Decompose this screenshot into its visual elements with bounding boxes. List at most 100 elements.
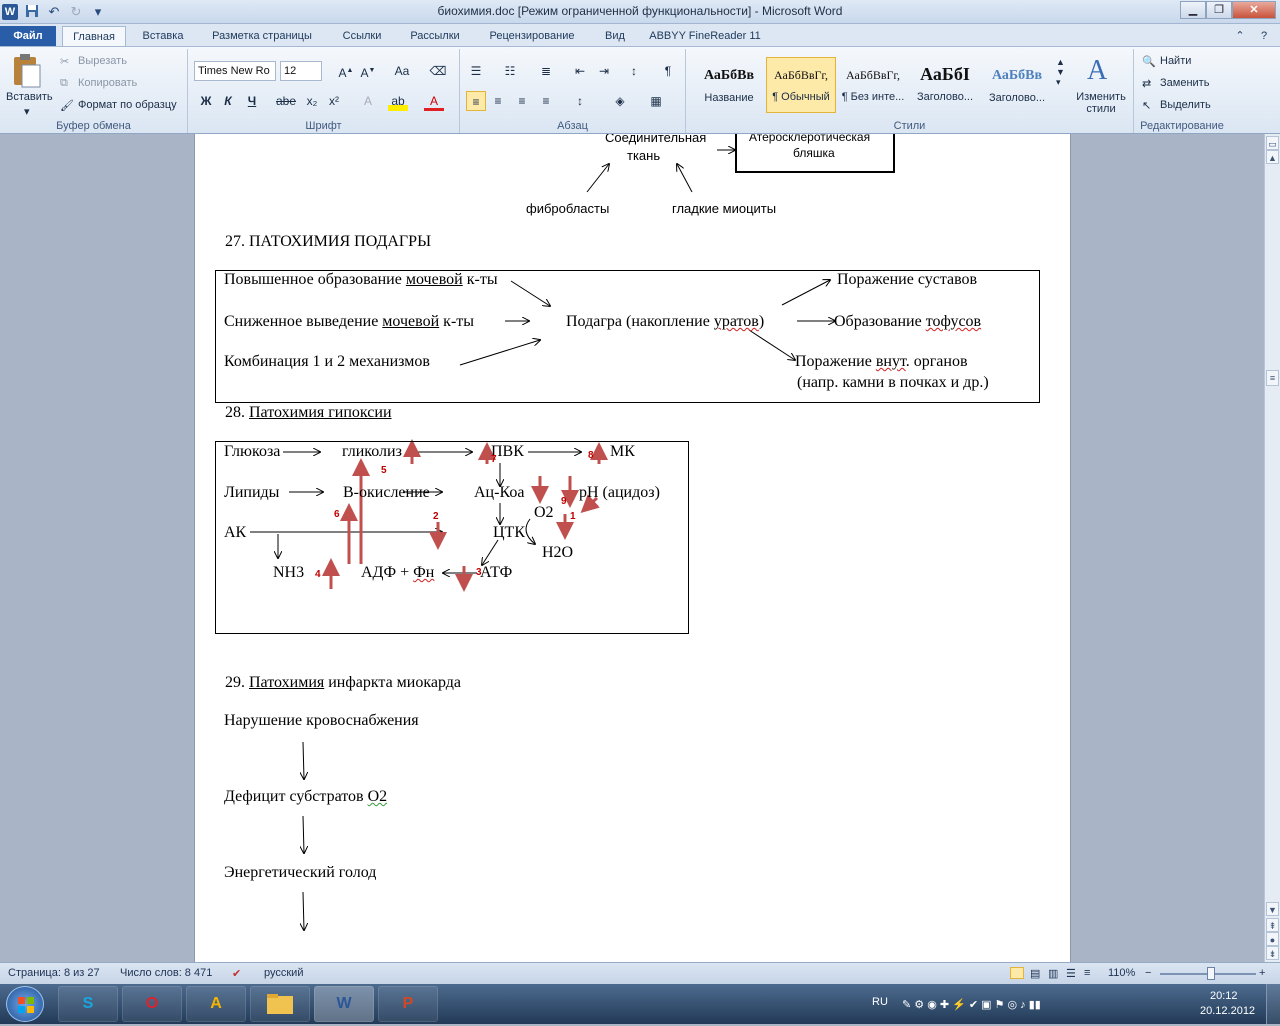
bullets-icon[interactable]: ☰	[466, 61, 486, 81]
align-left-icon[interactable]: ≡	[466, 91, 486, 111]
change-styles-button[interactable]: Изменить стили	[1074, 91, 1128, 115]
style-no-spacing[interactable]: АаБбВвГг, ¶ Без инте...	[838, 57, 908, 113]
find-button[interactable]: Найти	[1160, 55, 1191, 67]
paste-dropdown-icon[interactable]: ▾	[24, 105, 30, 118]
zoom-slider-thumb[interactable]	[1207, 967, 1215, 980]
taskbar-powerpoint-icon[interactable]: P	[378, 986, 438, 1022]
hypoxia-diagram-box	[215, 441, 689, 634]
shrink-font-icon[interactable]: A▼	[358, 61, 378, 81]
grow-font-icon[interactable]: A▲	[336, 61, 356, 81]
tab-view[interactable]: Вид	[594, 26, 636, 46]
underline-icon[interactable]: Ч	[242, 91, 262, 111]
copy-button[interactable]: Копировать	[78, 77, 137, 89]
style-heading1[interactable]: АаБбI Заголово...	[910, 57, 980, 113]
word-count[interactable]: Число слов: 8 471	[120, 967, 212, 979]
tab-mailings[interactable]: Рассылки	[400, 26, 470, 46]
taskbar-word-icon[interactable]: W	[314, 986, 374, 1022]
clear-formatting-icon[interactable]: ⌫	[428, 61, 448, 81]
numbering-icon[interactable]: ☷	[500, 61, 520, 81]
ribbon-minimize-icon[interactable]: ⌃	[1230, 26, 1250, 46]
multilevel-list-icon[interactable]: ≣	[536, 61, 556, 81]
align-right-icon[interactable]: ≡	[512, 91, 532, 111]
change-case-icon[interactable]: Aa	[392, 61, 412, 81]
taskbar: S O A W P RU ✎ ⚙ ◉ ✚ ⚡ ✔ ▣ ⚑ ◎ ♪ ▮▮ 20:1…	[0, 984, 1280, 1024]
strikethrough-icon[interactable]: abe	[276, 91, 296, 111]
tab-home[interactable]: Главная	[62, 26, 126, 46]
tab-references[interactable]: Ссылки	[330, 26, 394, 46]
replace-button[interactable]: Заменить	[1160, 77, 1209, 89]
hyp-acetyl-coa: Ац-Коа	[474, 484, 525, 501]
text-effects-icon[interactable]: A	[358, 91, 378, 111]
tray-icons[interactable]: ✎ ⚙ ◉ ✚ ⚡ ✔ ▣ ⚑ ◎ ♪ ▮▮	[902, 998, 1041, 1011]
tab-review[interactable]: Рецензирование	[476, 26, 588, 46]
prev-page-icon[interactable]: ⇞	[1266, 918, 1279, 932]
zoom-in-button[interactable]: +	[1259, 967, 1265, 979]
increase-indent-icon[interactable]: ⇥	[594, 61, 614, 81]
tab-insert[interactable]: Вставка	[132, 26, 194, 46]
superscript-icon[interactable]: x²	[324, 91, 344, 111]
paste-button[interactable]: Вставить	[6, 91, 53, 103]
sort-icon[interactable]: ↕	[624, 61, 644, 81]
subscript-icon[interactable]: x₂	[302, 91, 322, 111]
style-normal[interactable]: АаБбВвГг, ¶ Обычный	[766, 57, 836, 113]
justify-icon[interactable]: ≡	[536, 91, 556, 111]
full-screen-view-icon[interactable]: ▤	[1030, 967, 1040, 980]
taskbar-explorer-icon[interactable]	[250, 986, 310, 1022]
style-title[interactable]: АаБбВв Название	[694, 57, 764, 113]
change-styles-icon[interactable]: A	[1084, 53, 1114, 86]
taskbar-aimp-icon[interactable]: A	[186, 986, 246, 1022]
help-icon[interactable]: ?	[1254, 26, 1274, 46]
bold-icon[interactable]: Ж	[196, 91, 216, 111]
scroll-thumb[interactable]: ≡	[1266, 370, 1279, 386]
shading-icon[interactable]: ◈	[610, 91, 630, 111]
editing-group-label: Редактирование	[1140, 120, 1224, 132]
vertical-scrollbar[interactable]: ▭ ▲ ≡ ▼ ⇞ ● ⇟	[1264, 134, 1280, 962]
gout-cause-3: Комбинация 1 и 2 механизмов	[224, 353, 430, 370]
style-heading2[interactable]: АаБбВв Заголово...	[982, 57, 1052, 113]
tab-page-layout[interactable]: Разметка страницы	[200, 26, 324, 46]
format-painter-button[interactable]: Формат по образцу	[78, 99, 177, 111]
align-center-icon[interactable]: ≡	[488, 91, 508, 111]
web-layout-icon[interactable]: ▥	[1048, 967, 1058, 980]
font-name-combo[interactable]: Times New Ro	[194, 61, 276, 81]
print-layout-icon[interactable]	[1010, 967, 1024, 979]
scroll-up-icon[interactable]: ▲	[1266, 150, 1279, 164]
proofing-icon[interactable]: ✔	[232, 967, 241, 980]
draft-view-icon[interactable]: ≡	[1084, 967, 1090, 979]
document-page[interactable]: Соединительная ткань Атеросклеротическая…	[194, 134, 1071, 962]
highlight-icon[interactable]: ab	[388, 91, 408, 111]
tab-abbyy[interactable]: ABBYY FineReader 11	[642, 26, 768, 46]
ruler-toggle-icon[interactable]: ▭	[1266, 136, 1279, 150]
close-button[interactable]: ✕	[1232, 1, 1276, 19]
taskbar-skype-icon[interactable]: S	[58, 986, 118, 1022]
styles-scroll-icon[interactable]: ▲ ▼ ▾	[1056, 57, 1065, 88]
tab-file[interactable]: Файл	[0, 26, 56, 46]
outline-view-icon[interactable]: ☰	[1066, 967, 1076, 980]
clock-time[interactable]: 20:12	[1210, 990, 1238, 1002]
svg-text:A: A	[1087, 55, 1108, 83]
font-size-combo[interactable]: 12	[280, 61, 322, 81]
minimize-button[interactable]: ▁	[1180, 1, 1206, 19]
show-marks-icon[interactable]: ¶	[658, 61, 678, 81]
clock-date[interactable]: 20.12.2012	[1200, 1005, 1255, 1017]
input-language[interactable]: RU	[872, 996, 888, 1008]
show-desktop-button[interactable]	[1266, 984, 1280, 1024]
scroll-down-icon[interactable]: ▼	[1266, 902, 1279, 916]
page-count[interactable]: Страница: 8 из 27	[8, 967, 100, 979]
start-button[interactable]	[6, 986, 44, 1022]
font-color-icon[interactable]: A	[424, 91, 444, 111]
zoom-level[interactable]: 110%	[1108, 967, 1135, 979]
paste-icon[interactable]	[10, 53, 44, 89]
restore-button[interactable]: ❐	[1206, 1, 1232, 19]
line-spacing-icon[interactable]: ↕	[570, 91, 590, 111]
next-page-icon[interactable]: ⇟	[1266, 946, 1279, 960]
browse-object-icon[interactable]: ●	[1266, 932, 1279, 946]
select-button[interactable]: Выделить	[1160, 99, 1211, 111]
cut-button[interactable]: Вырезать	[78, 55, 127, 67]
language[interactable]: русский	[264, 967, 303, 979]
italic-icon[interactable]: К	[218, 91, 238, 111]
borders-icon[interactable]: ▦	[646, 91, 666, 111]
decrease-indent-icon[interactable]: ⇤	[570, 61, 590, 81]
taskbar-opera-icon[interactable]: O	[122, 986, 182, 1022]
zoom-out-button[interactable]: −	[1145, 967, 1151, 979]
